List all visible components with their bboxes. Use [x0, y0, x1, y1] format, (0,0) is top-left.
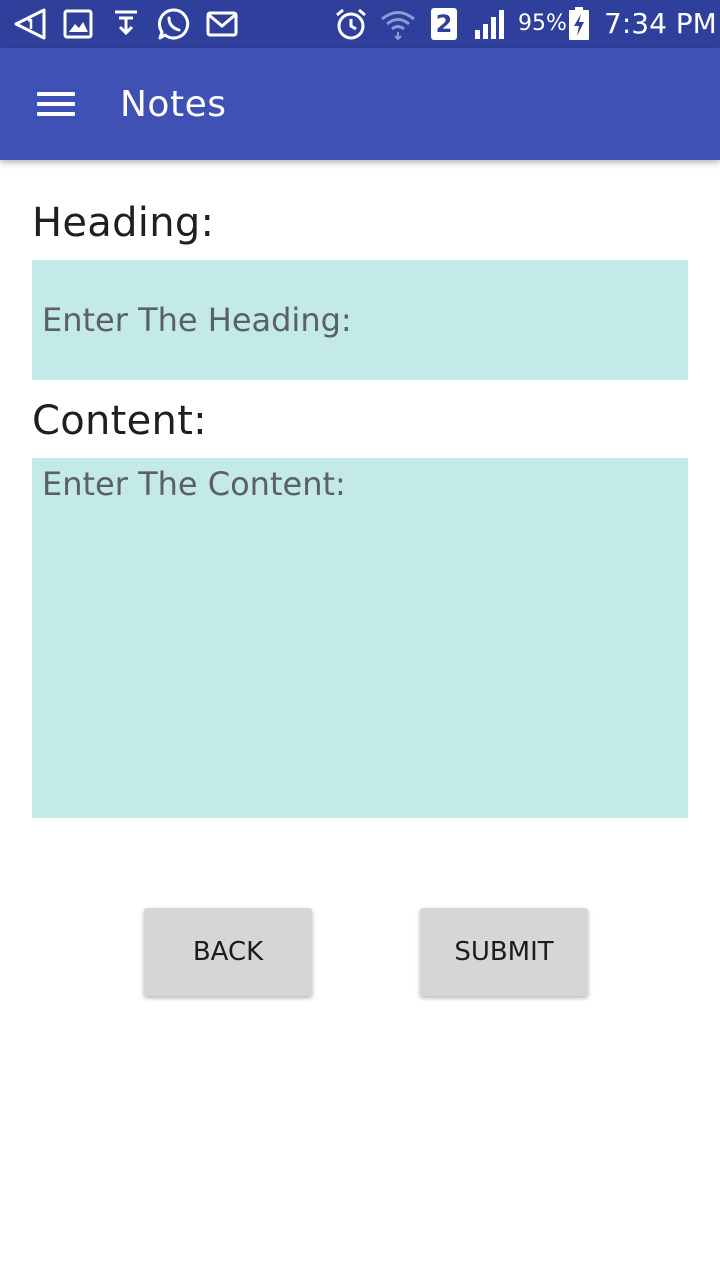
- alarm-icon: [332, 6, 370, 42]
- wifi-icon: [378, 6, 418, 42]
- navigation-arrow-icon: [12, 6, 48, 42]
- content-label: Content:: [32, 398, 207, 444]
- back-button[interactable]: Back: [144, 908, 312, 996]
- whatsapp-icon: [154, 6, 194, 42]
- content-textarea[interactable]: [32, 458, 688, 818]
- status-bar: 2 95% 7:34 PM: [0, 0, 720, 48]
- app-bar: Notes: [0, 48, 720, 160]
- hamburger-menu-icon: [37, 90, 75, 118]
- battery-charging-icon: [566, 6, 592, 42]
- mail-icon: [204, 6, 240, 42]
- sim-2-label: 2: [435, 10, 453, 38]
- battery-percent: 95%: [518, 11, 567, 36]
- signal-icon: [470, 6, 510, 42]
- sim-2-badge: 2: [430, 6, 458, 42]
- download-icon: [108, 6, 144, 42]
- heading-input[interactable]: [32, 260, 688, 380]
- image-icon: [60, 6, 96, 42]
- submit-button[interactable]: Submit: [420, 908, 588, 996]
- status-time: 7:34 PM: [604, 7, 717, 40]
- heading-label: Heading:: [32, 200, 215, 246]
- menu-button[interactable]: [20, 68, 92, 140]
- app-title: Notes: [120, 84, 227, 125]
- notes-editor-screen: 2 95% 7:34 PM Notes Heading: Enter The H…: [0, 0, 720, 1280]
